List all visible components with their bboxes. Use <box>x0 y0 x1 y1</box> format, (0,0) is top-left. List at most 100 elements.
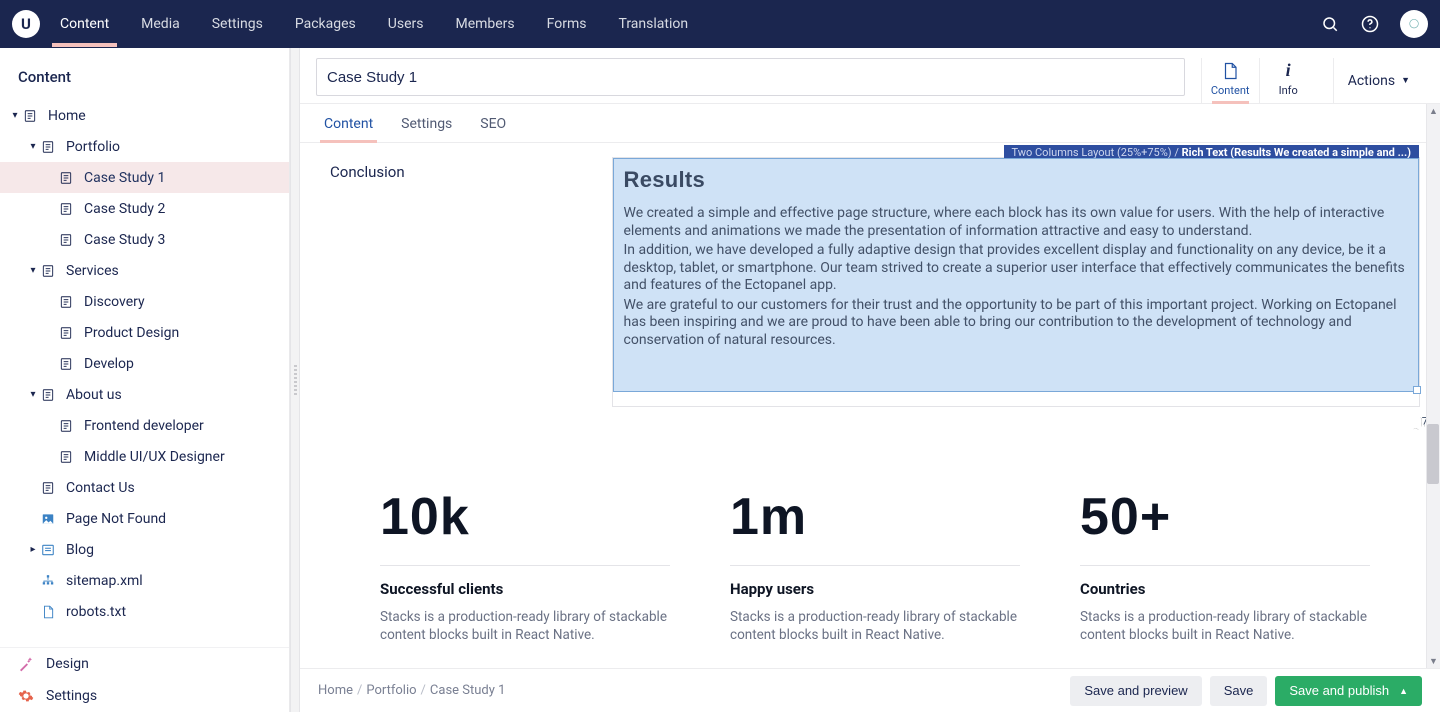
info-icon: i <box>1286 60 1291 81</box>
tree-item-label: Develop <box>84 356 134 372</box>
avatar[interactable]: ◯ <box>1400 10 1428 38</box>
editor: Content i Info Actions ▼ Content Settings… <box>300 48 1440 712</box>
topnav-item-settings[interactable]: Settings <box>212 2 263 46</box>
tree-item-label: Contact Us <box>66 480 135 496</box>
stat-card: 50+ Countries Stacks is a production-ready… <box>1080 487 1370 644</box>
stats-row: 10kSuccessful clientsStacks is a product… <box>330 487 1420 644</box>
app-tab-info[interactable]: i Info <box>1259 58 1317 103</box>
scroll-up-icon[interactable]: ▲ <box>1427 104 1440 118</box>
scroll-down-icon[interactable]: ▼ <box>1427 654 1440 668</box>
tree-item[interactable]: sitemap.xml <box>0 565 289 596</box>
breadcrumb-item[interactable]: Case Study 1 <box>430 683 506 698</box>
topnav-item-translation[interactable]: Translation <box>618 2 688 46</box>
actions-dropdown[interactable]: Actions ▼ <box>1333 58 1424 103</box>
scrollbar-thumb[interactable] <box>1427 424 1439 484</box>
tree-item[interactable]: Contact Us <box>0 472 289 503</box>
topnav-item-users[interactable]: Users <box>388 2 424 46</box>
tree-item[interactable]: Product Design <box>0 317 289 348</box>
stat-desc: Stacks is a production-ready library of … <box>730 608 1020 644</box>
caret-up-icon: ▲ <box>1399 686 1408 696</box>
tree-item[interactable]: Case Study 3 <box>0 224 289 255</box>
doc-icon <box>58 201 74 217</box>
search-icon[interactable] <box>1320 14 1340 34</box>
stat-value: 50+ <box>1080 487 1370 547</box>
sidebar-splitter[interactable] <box>290 48 300 712</box>
save-button[interactable]: Save <box>1210 676 1268 706</box>
topbar: U Content Media Settings Packages Users Membe… <box>0 0 1440 48</box>
tree-item-label: Page Not Found <box>66 511 166 527</box>
tree-item-label: robots.txt <box>66 604 126 620</box>
tree-item-label: Case Study 1 <box>84 170 165 186</box>
save-publish-button[interactable]: Save and publish ▲ <box>1275 676 1422 706</box>
sidebar-settings-label: Settings <box>46 688 97 704</box>
tree-item[interactable]: Case Study 1 <box>0 162 289 193</box>
tree-item[interactable]: ▾Services <box>0 255 289 286</box>
tree-toggle-icon[interactable]: ▸ <box>26 544 40 555</box>
block-p2: In addition, we have developed a fully a… <box>624 242 1409 295</box>
sidebar: Content ▾Home▾Portfolio Case Study 1 Case … <box>0 48 290 712</box>
save-preview-button[interactable]: Save and preview <box>1070 676 1201 706</box>
doc-icon <box>58 449 74 465</box>
topnav-item-members[interactable]: Members <box>455 2 514 46</box>
tree-item[interactable]: ▸ Blog <box>0 534 289 565</box>
resize-handle[interactable] <box>1413 386 1421 394</box>
caret-down-icon: ▼ <box>1401 75 1410 86</box>
doc-icon <box>40 480 56 496</box>
save-publish-label: Save and publish <box>1289 683 1389 698</box>
tree-item[interactable]: Frontend developer <box>0 410 289 441</box>
tree-item-label: Case Study 2 <box>84 201 165 217</box>
tree-item[interactable]: robots.txt <box>0 596 289 627</box>
stat-title: Countries <box>1080 580 1370 598</box>
sidebar-design-label: Design <box>46 656 89 672</box>
tree-item-label: Blog <box>66 542 94 558</box>
doc-icon <box>58 294 74 310</box>
app-tab-content-label: Content <box>1211 84 1250 97</box>
sidebar-design[interactable]: Design <box>0 648 289 680</box>
tree-item[interactable]: Middle UI/UX Designer <box>0 441 289 472</box>
app-logo[interactable]: U <box>12 10 40 38</box>
doc-icon <box>58 170 74 186</box>
app-tab-content[interactable]: Content <box>1201 58 1259 103</box>
tree-item[interactable]: Develop <box>0 348 289 379</box>
file-icon <box>40 604 56 620</box>
tree-item-label: Middle UI/UX Designer <box>84 449 225 465</box>
sidebar-settings[interactable]: Settings <box>0 680 289 712</box>
tree-item-label: Product Design <box>84 325 179 341</box>
tree-toggle-icon[interactable]: ▾ <box>8 110 22 121</box>
scrollbar[interactable]: ▲ ▼ <box>1426 104 1440 668</box>
grid-cell[interactable]: Two Columns Layout (25%+75%) / Rich Text… <box>612 157 1421 407</box>
tree-item-label: sitemap.xml <box>66 573 143 589</box>
tree-item-label: Discovery <box>84 294 145 310</box>
page-title-input[interactable] <box>316 58 1185 96</box>
tree-item[interactable]: Discovery <box>0 286 289 317</box>
help-icon[interactable] <box>1360 14 1380 34</box>
stat-desc: Stacks is a production-ready library of … <box>1080 608 1370 644</box>
topnav-item-media[interactable]: Media <box>141 2 180 46</box>
tree-item[interactable]: ▾Portfolio <box>0 131 289 162</box>
doc-icon <box>22 108 38 124</box>
tree-toggle-icon[interactable]: ▾ <box>26 141 40 152</box>
img-icon <box>40 511 56 527</box>
topnav-item-forms[interactable]: Forms <box>547 2 587 46</box>
rich-text-block[interactable]: Results We created a simple and effectiv… <box>613 158 1420 392</box>
sidebar-section-title: Content <box>0 48 289 100</box>
editor-body: Conclusion Two Columns Layout (25%+75%) … <box>300 143 1440 668</box>
breadcrumb-item[interactable]: Portfolio <box>366 683 416 698</box>
sub-tab-settings[interactable]: Settings <box>401 116 452 142</box>
topnav-item-content[interactable]: Content <box>60 2 109 46</box>
stat-title: Happy users <box>730 580 1020 598</box>
tree-item[interactable]: Page Not Found <box>0 503 289 534</box>
topnav-item-packages[interactable]: Packages <box>295 2 356 46</box>
sub-tab-seo[interactable]: SEO <box>480 116 506 142</box>
tree-toggle-icon[interactable]: ▾ <box>26 265 40 276</box>
doc-icon <box>40 387 56 403</box>
tree-item[interactable]: ▾ About us <box>0 379 289 410</box>
tree-item[interactable]: ▾Home <box>0 100 289 131</box>
sub-tab-content[interactable]: Content <box>324 116 373 142</box>
tree-item-label: About us <box>66 387 122 403</box>
tree-item[interactable]: Case Study 2 <box>0 193 289 224</box>
stat-value: 1m <box>730 487 1020 547</box>
divider <box>380 565 670 566</box>
tree-toggle-icon[interactable]: ▾ <box>26 389 40 400</box>
breadcrumb-item[interactable]: Home <box>318 683 353 698</box>
